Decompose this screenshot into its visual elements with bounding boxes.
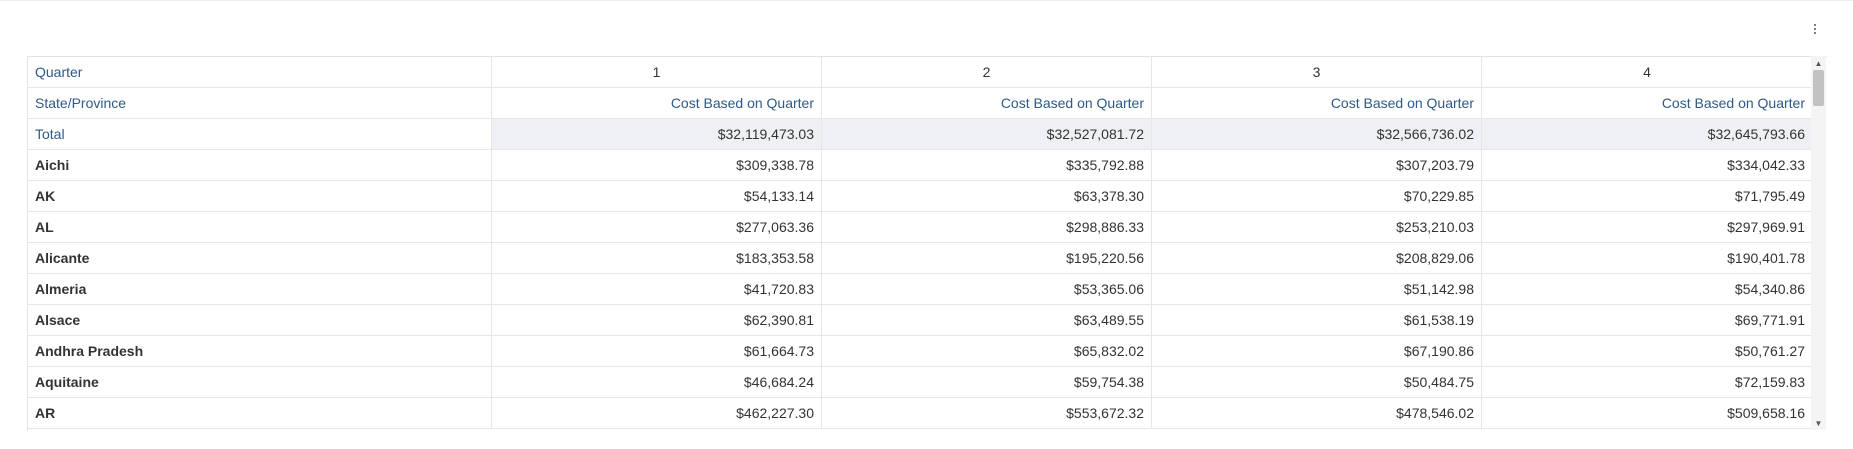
- state-name: Almeria: [28, 274, 492, 304]
- table-row: Aichi $309,338.78 $335,792.88 $307,203.79 $3…: [28, 150, 1812, 181]
- cost-value-q2: $53,365.06: [822, 274, 1152, 304]
- cost-value-q1: $62,390.81: [492, 305, 822, 335]
- cost-value-q3: $253,210.03: [1152, 212, 1482, 242]
- table-row: AL $277,063.36 $298,886.33 $253,210.03 $297,…: [28, 212, 1812, 243]
- cost-value-q2: $63,378.30: [822, 181, 1152, 211]
- cost-value-q1: $46,684.24: [492, 367, 822, 397]
- cost-value-q4: $509,658.16: [1727, 405, 1805, 421]
- row-dimension-label[interactable]: State/Province: [28, 88, 492, 118]
- cost-value-q2: $63,489.55: [822, 305, 1152, 335]
- cost-value-q2: $59,754.38: [822, 367, 1152, 397]
- state-name: Andhra Pradesh: [28, 336, 492, 366]
- state-name: Aquitaine: [28, 367, 492, 397]
- header-row-quarter: Quarter 1 2 3 4: [28, 57, 1812, 88]
- cost-value-q2: $553,672.32: [822, 398, 1152, 428]
- state-name: Aichi: [28, 150, 492, 180]
- cost-value-q4: $190,401.78: [1727, 250, 1805, 266]
- table-row: Andhra Pradesh $61,664.73 $65,832.02 $67,19…: [28, 336, 1812, 367]
- scroll-up-icon[interactable]: ▲: [1811, 56, 1826, 70]
- cost-value-q3: $70,229.85: [1152, 181, 1482, 211]
- top-divider: [0, 0, 1853, 1]
- cost-value-q2: $335,792.88: [822, 150, 1152, 180]
- cost-value-q1: $462,227.30: [492, 398, 822, 428]
- state-name: Alicante: [28, 243, 492, 273]
- cost-value-q3: $51,142.98: [1152, 274, 1482, 304]
- quarter-header-4[interactable]: 4: [1482, 57, 1812, 87]
- cost-value-q3: $478,546.02: [1152, 398, 1482, 428]
- cost-value-q3: $67,190.86: [1152, 336, 1482, 366]
- measure-header-q2[interactable]: Cost Based on Quarter: [822, 88, 1152, 118]
- quarter-header-3[interactable]: 3: [1152, 57, 1482, 87]
- cost-value-q1: $309,338.78: [492, 150, 822, 180]
- cost-value-q1: $41,720.83: [492, 274, 822, 304]
- table-row: AR $462,227.30 $553,672.32 $478,546.02 $509,…: [28, 398, 1812, 429]
- state-name: AK: [28, 181, 492, 211]
- scroll-down-icon[interactable]: ▼: [1811, 416, 1826, 430]
- table-row: Almeria $41,720.83 $53,365.06 $51,142.98 $54…: [28, 274, 1812, 305]
- cost-value-q2: $298,886.33: [822, 212, 1152, 242]
- total-value-q2: $32,527,081.72: [822, 119, 1152, 149]
- state-name: AL: [28, 212, 492, 242]
- cost-value-q2: $65,832.02: [822, 336, 1152, 366]
- column-dimension-label[interactable]: Quarter: [28, 57, 492, 87]
- cost-value-q1: $183,353.58: [492, 243, 822, 273]
- cost-value-q3: $50,484.75: [1152, 367, 1482, 397]
- cost-value-q3: $61,538.19: [1152, 305, 1482, 335]
- cost-value-q2: $195,220.56: [822, 243, 1152, 273]
- table-row: Aquitaine $46,684.24 $59,754.38 $50,484.75 $…: [28, 367, 1812, 398]
- state-name: Alsace: [28, 305, 492, 335]
- quarter-header-2[interactable]: 2: [822, 57, 1152, 87]
- cost-value-q3: $307,203.79: [1152, 150, 1482, 180]
- cost-value-q3: $208,829.06: [1152, 243, 1482, 273]
- cost-value-q1: $61,664.73: [492, 336, 822, 366]
- total-value-q1: $32,119,473.03: [492, 119, 822, 149]
- total-label: Total: [28, 119, 492, 149]
- cost-value-q1: $54,133.14: [492, 181, 822, 211]
- total-row: Total $32,119,473.03 $32,527,081.72 $32,…: [28, 119, 1812, 150]
- table-row: Alsace $62,390.81 $63,489.55 $61,538.19 $69,…: [28, 305, 1812, 336]
- more-options-icon[interactable]: [1808, 18, 1822, 40]
- cost-value-q4: $54,340.86: [1734, 281, 1805, 297]
- pivot-table: Quarter 1 2 3 4 State/Province Cost Base…: [27, 56, 1827, 431]
- measure-header-q4[interactable]: Cost Based on Quarter: [1482, 88, 1812, 118]
- cost-value-q4: $72,159.83: [1734, 374, 1805, 390]
- cost-value-q4: $69,771.91: [1734, 312, 1805, 328]
- total-value-q3: $32,566,736.02: [1152, 119, 1482, 149]
- measure-header-q3[interactable]: Cost Based on Quarter: [1152, 88, 1482, 118]
- vertical-scrollbar[interactable]: ▲ ▼: [1811, 56, 1826, 430]
- total-value-q4: $32,645,793.66: [1482, 119, 1812, 149]
- measure-header-q1[interactable]: Cost Based on Quarter: [492, 88, 822, 118]
- cost-value-q1: $277,063.36: [492, 212, 822, 242]
- state-name: AR: [28, 398, 492, 428]
- scrollbar-thumb[interactable]: [1813, 70, 1824, 106]
- cost-value-q4: $50,761.27: [1734, 343, 1805, 359]
- table-row: AK $54,133.14 $63,378.30 $70,229.85 $71,795.…: [28, 181, 1812, 212]
- pivot-grid: Quarter 1 2 3 4 State/Province Cost Base…: [28, 57, 1812, 429]
- cost-value-q4: $334,042.33: [1727, 157, 1805, 173]
- cost-value-q4: $71,795.49: [1734, 188, 1805, 204]
- table-row: Alicante $183,353.58 $195,220.56 $208,829.0…: [28, 243, 1812, 274]
- header-row-measure: State/Province Cost Based on Quarter Cos…: [28, 88, 1812, 119]
- quarter-header-1[interactable]: 1: [492, 57, 822, 87]
- cost-value-q4: $297,969.91: [1727, 219, 1805, 235]
